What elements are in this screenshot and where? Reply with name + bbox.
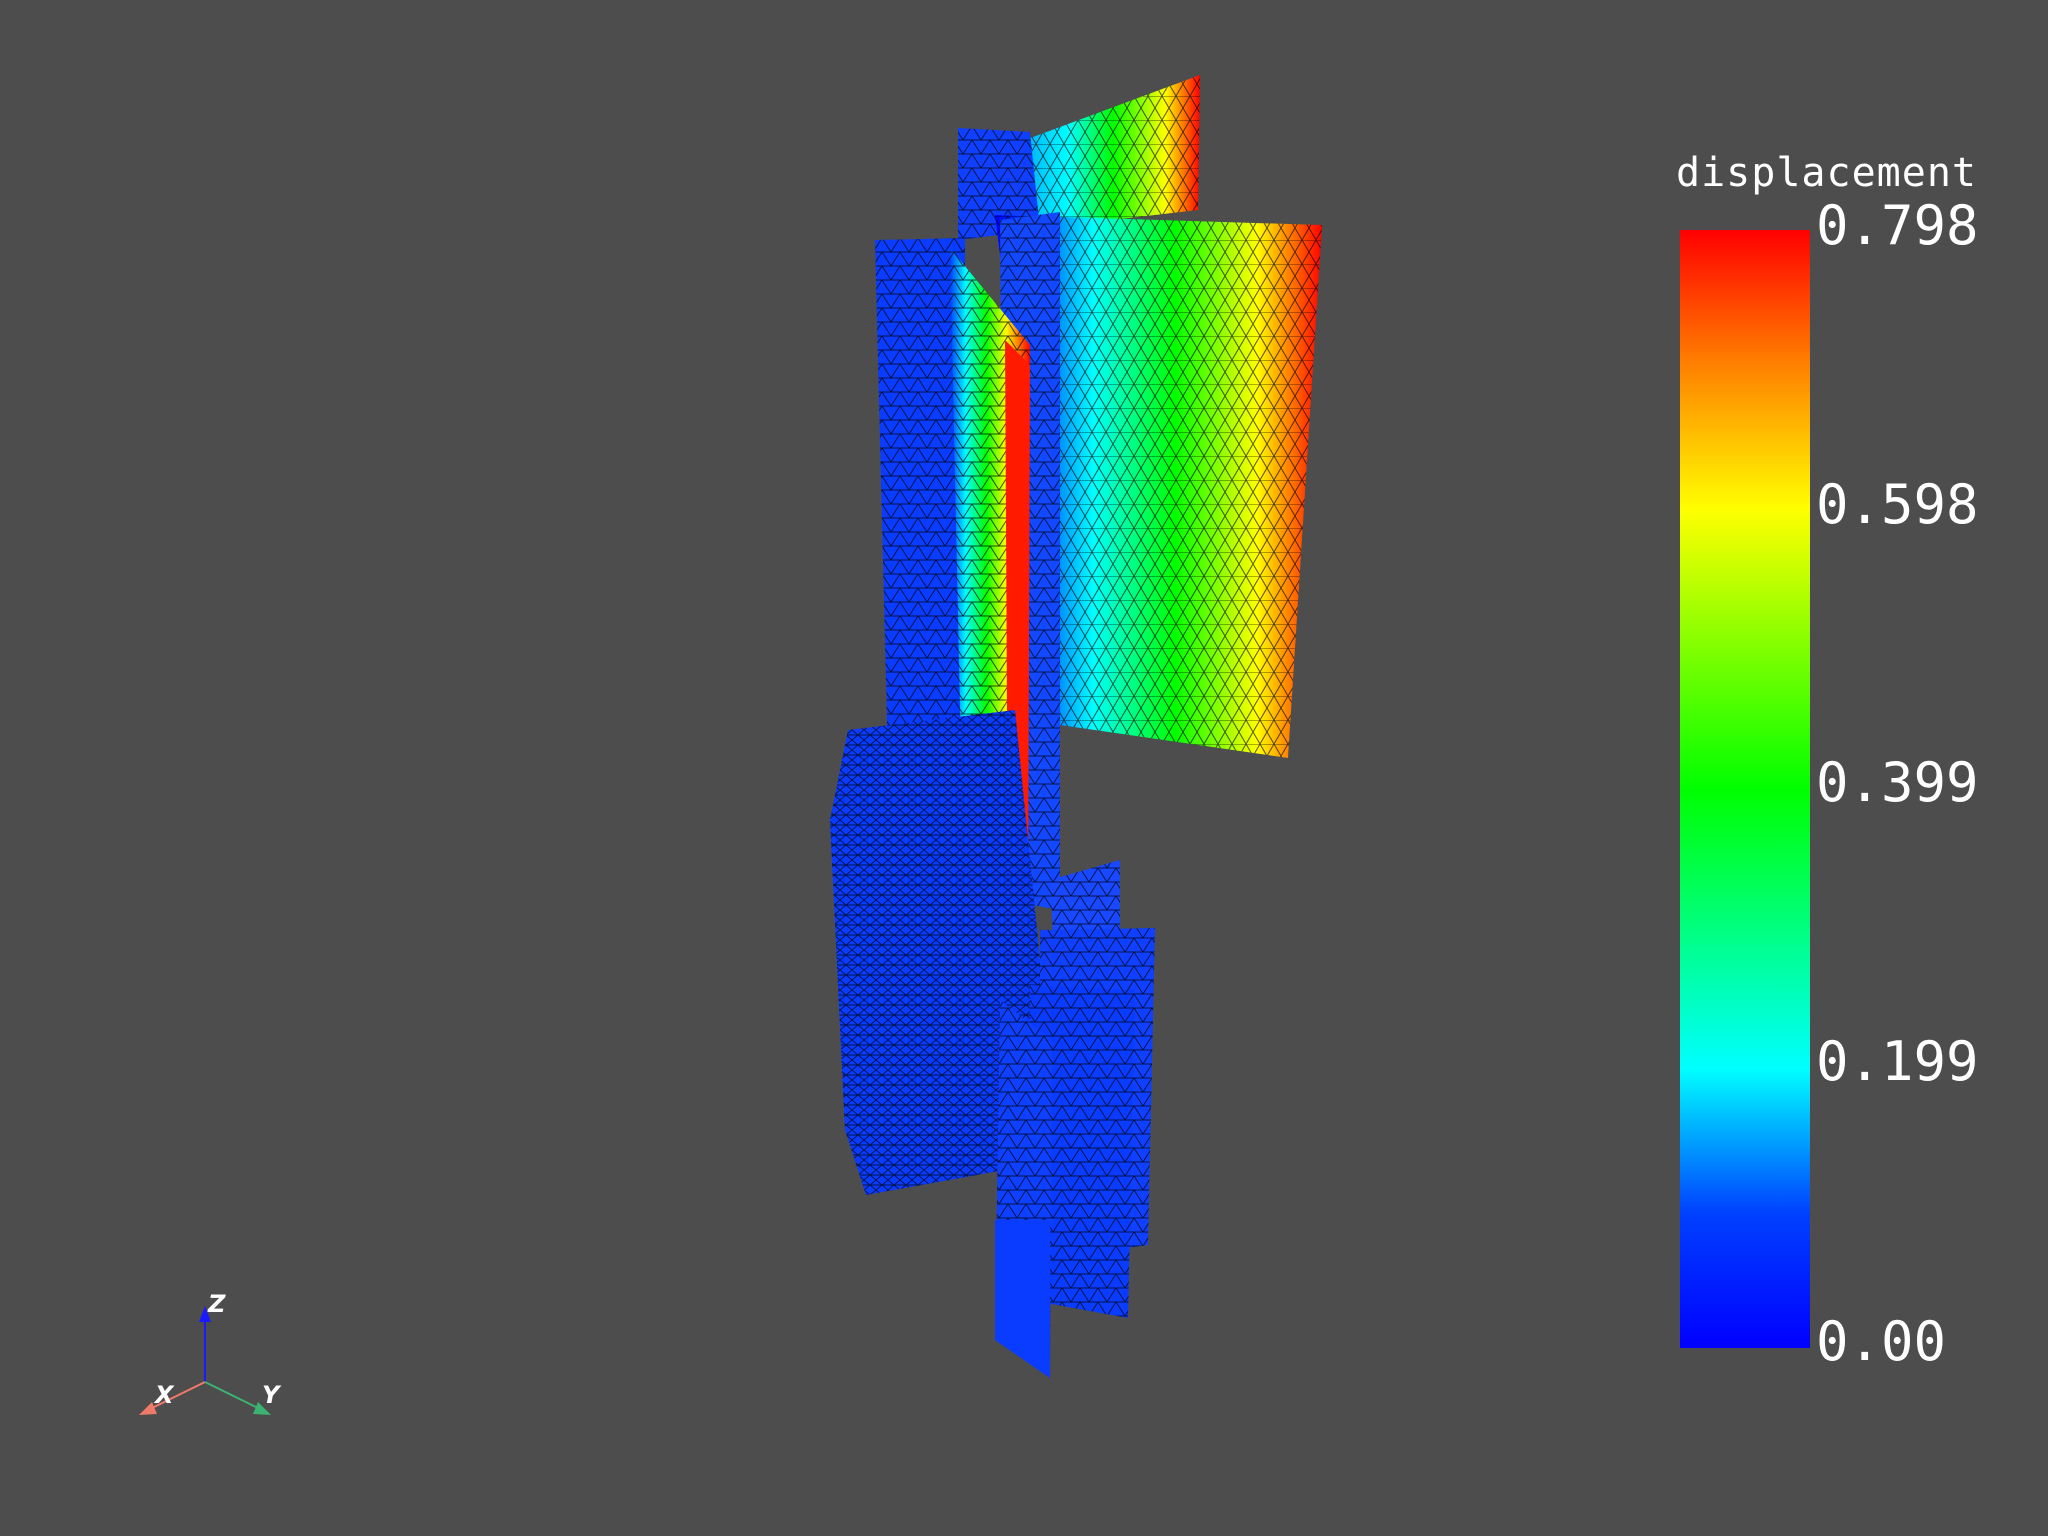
scalar-bar-label-max: 0.798 <box>1816 194 1979 257</box>
axis-label-y: Y <box>262 1381 282 1409</box>
lower-stem <box>995 1220 1050 1378</box>
scalar-bar-colormap <box>1680 230 1810 1348</box>
mesh-model <box>830 75 1322 1378</box>
axis-label-z: Z <box>207 1290 226 1318</box>
scalar-bar-label-2: 0.399 <box>1816 751 1979 814</box>
axis-label-x: X <box>153 1381 175 1409</box>
scalar-bar-label-1: 0.199 <box>1816 1030 1979 1093</box>
axes-triad: Z X Y <box>139 1290 282 1415</box>
scalar-bar-title: displacement <box>1676 150 1977 196</box>
scalar-bar-label-3: 0.598 <box>1816 473 1979 536</box>
scalar-bar-label-min: 0.00 <box>1816 1310 1947 1373</box>
